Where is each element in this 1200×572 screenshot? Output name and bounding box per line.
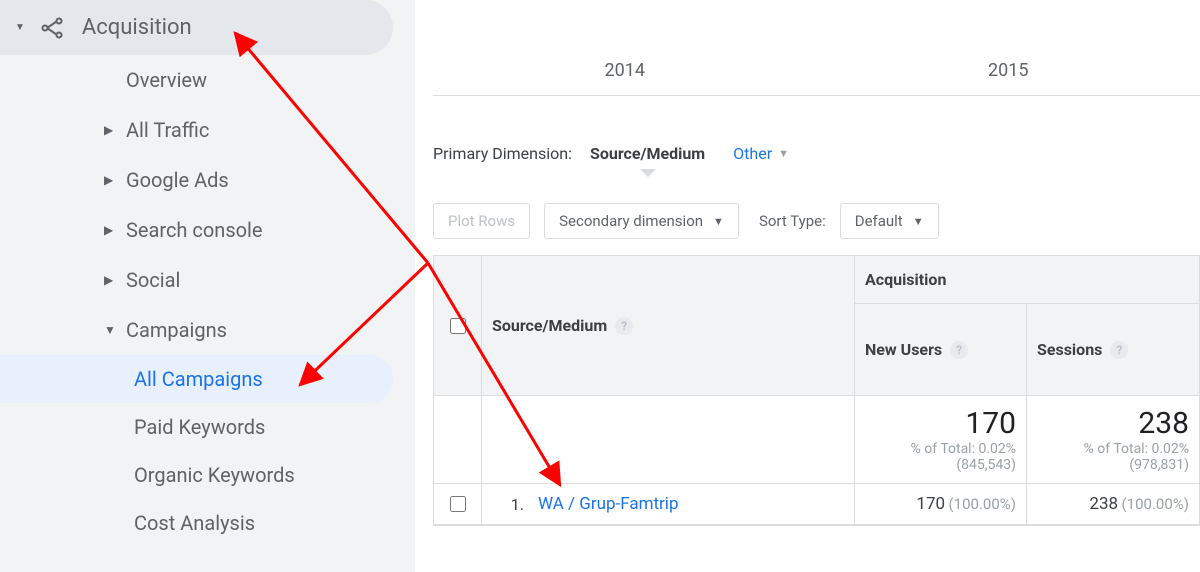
sidebar-header-label: Acquisition xyxy=(82,15,192,40)
metric-percent: (100.00%) xyxy=(1122,495,1189,513)
caret-down-icon: ▼ xyxy=(713,215,724,228)
row-checkbox[interactable] xyxy=(450,496,466,512)
select-all-checkbox[interactable] xyxy=(450,318,466,334)
sidebar-item-label: Search console xyxy=(126,218,263,242)
sidebar-item-social[interactable]: ▶ Social xyxy=(104,255,415,305)
empty-cell xyxy=(434,396,482,484)
summary-value: 170 xyxy=(865,406,1016,441)
column-header-source-medium[interactable]: Source/Medium ? xyxy=(482,256,855,396)
caret-right-icon: ▶ xyxy=(104,273,126,287)
acquisition-icon xyxy=(40,16,64,40)
cell-new-users: 170 (100.00%) xyxy=(855,484,1027,525)
sidebar-item-label: Social xyxy=(126,268,180,292)
summary-sessions: 238 % of Total: 0.02% (978,831) xyxy=(1027,396,1199,484)
sidebar-subitem-label: Cost Analysis xyxy=(134,511,255,535)
sidebar-item-label: All Traffic xyxy=(126,118,209,142)
sidebar-item-campaigns[interactable]: ▼ Campaigns xyxy=(104,305,415,355)
sidebar-item-label: Overview xyxy=(126,68,207,92)
main-content: 2014 2015 Primary Dimension: Source/Medi… xyxy=(415,0,1200,572)
table-header: Source/Medium ? Acquisition New Users ? … xyxy=(434,256,1199,396)
summary-subtext: (845,543) xyxy=(865,457,1016,473)
primary-dimension-value[interactable]: Source/Medium xyxy=(590,144,705,163)
primary-dimension-row: Primary Dimension: Source/Medium Other ▼ xyxy=(433,144,1200,163)
summary-subtext: (978,831) xyxy=(1037,457,1189,473)
secondary-dimension-select[interactable]: Secondary dimension ▼ xyxy=(544,203,739,239)
sidebar-section-acquisition[interactable]: ▼ Acquisition xyxy=(0,0,393,55)
year-label: 2015 xyxy=(817,60,1200,95)
sidebar-item-search-console[interactable]: ▶ Search console xyxy=(104,205,415,255)
table-summary-row: 170 % of Total: 0.02% (845,543) 238 % of… xyxy=(434,396,1199,484)
column-label: Source/Medium xyxy=(492,316,607,335)
source-medium-link[interactable]: WA / Grup-Famtrip xyxy=(538,494,679,514)
sidebar-item-all-traffic[interactable]: ▶ All Traffic xyxy=(104,105,415,155)
help-icon[interactable]: ? xyxy=(615,317,633,335)
cell-source-medium: 1. WA / Grup-Famtrip xyxy=(482,484,855,525)
caret-right-icon: ▶ xyxy=(104,123,126,137)
select-label: Default xyxy=(855,212,903,230)
sidebar-item-overview[interactable]: ▶ Overview xyxy=(104,55,415,105)
select-label: Secondary dimension xyxy=(559,212,703,230)
column-header-sessions[interactable]: Sessions ? xyxy=(1027,304,1199,396)
caret-down-icon: ▼ xyxy=(913,215,924,228)
column-header-new-users[interactable]: New Users ? xyxy=(855,304,1027,396)
sidebar-subitem-cost-analysis[interactable]: Cost Analysis xyxy=(134,499,415,547)
timeline-years: 2014 2015 xyxy=(433,60,1200,96)
sidebar-subitem-label: All Campaigns xyxy=(134,367,263,391)
sidebar-item-label: Campaigns xyxy=(126,318,227,342)
sidebar-subitem-all-campaigns[interactable]: All Campaigns xyxy=(0,355,393,403)
plot-rows-button[interactable]: Plot Rows xyxy=(433,203,530,239)
summary-new-users: 170 % of Total: 0.02% (845,543) xyxy=(855,396,1027,484)
help-icon[interactable]: ? xyxy=(1110,341,1128,359)
metric-percent: (100.00%) xyxy=(949,495,1016,513)
caret-down-icon: ▼ xyxy=(15,22,25,33)
column-label: New Users xyxy=(865,340,942,359)
metric-value: 170 xyxy=(916,494,945,514)
sidebar-item-label: Google Ads xyxy=(126,168,229,192)
summary-subtext: % of Total: 0.02% xyxy=(1037,441,1189,457)
caret-down-icon: ▼ xyxy=(778,147,789,160)
sidebar: ▼ Acquisition ▶ Overview ▶ All Traffic ▶… xyxy=(0,0,415,572)
other-label: Other xyxy=(733,144,772,163)
sidebar-item-google-ads[interactable]: ▶ Google Ads xyxy=(104,155,415,205)
help-icon[interactable]: ? xyxy=(950,341,968,359)
row-index: 1. xyxy=(492,495,524,514)
table-row: 1. WA / Grup-Famtrip 170 (100.00%) 238 (… xyxy=(434,484,1199,525)
column-group-acquisition: Acquisition xyxy=(855,256,1199,304)
row-select-cell xyxy=(434,484,482,525)
sort-type-select[interactable]: Default ▼ xyxy=(840,203,939,239)
button-label: Plot Rows xyxy=(448,212,515,230)
caret-right-icon: ▶ xyxy=(104,223,126,237)
summary-value: 238 xyxy=(1037,406,1189,441)
column-label: Sessions xyxy=(1037,340,1102,359)
data-table: Source/Medium ? Acquisition New Users ? … xyxy=(433,255,1200,526)
sort-type-label: Sort Type: xyxy=(759,212,826,230)
sidebar-subitem-label: Organic Keywords xyxy=(134,463,295,487)
table-toolbar: Plot Rows Secondary dimension ▼ Sort Typ… xyxy=(433,193,1200,249)
empty-cell xyxy=(482,396,855,484)
sidebar-subitem-paid-keywords[interactable]: Paid Keywords xyxy=(134,403,415,451)
primary-dimension-label: Primary Dimension: xyxy=(433,144,572,163)
select-all-cell xyxy=(434,256,482,396)
caret-right-icon: ▶ xyxy=(104,173,126,187)
caret-down-icon: ▼ xyxy=(104,323,126,337)
year-label: 2014 xyxy=(433,60,817,95)
metric-value: 238 xyxy=(1089,494,1118,514)
sidebar-subitem-label: Paid Keywords xyxy=(134,415,265,439)
cell-sessions: 238 (100.00%) xyxy=(1027,484,1199,525)
summary-subtext: % of Total: 0.02% xyxy=(865,441,1016,457)
primary-dimension-other[interactable]: Other ▼ xyxy=(733,144,789,163)
sidebar-subitem-organic-keywords[interactable]: Organic Keywords xyxy=(134,451,415,499)
